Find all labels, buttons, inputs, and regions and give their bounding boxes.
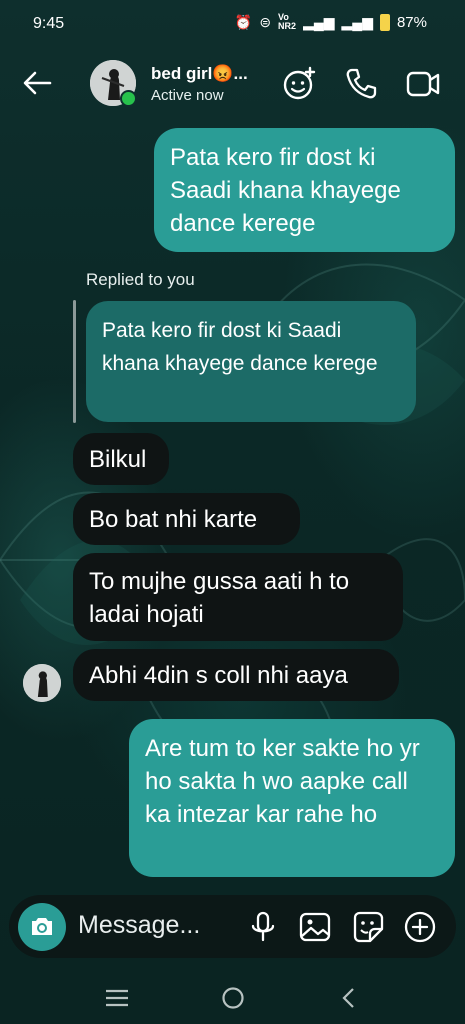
outgoing-message[interactable]: Are tum to ker sakte ho yr ho sakta h wo… — [129, 719, 455, 877]
battery-level: 87% — [396, 13, 427, 31]
sender-avatar[interactable] — [23, 664, 61, 702]
system-nav-bar — [0, 968, 465, 1024]
home-icon[interactable] — [219, 984, 247, 1012]
message-text: Bilkul — [89, 446, 147, 473]
message-input[interactable]: Message... — [78, 911, 200, 940]
plus-icon[interactable] — [403, 910, 437, 944]
quoted-message[interactable]: Pata kero fir dost ki Saadi khana khayeg… — [86, 301, 416, 422]
battery-icon — [379, 13, 390, 31]
message-text: Pata kero fir dost ki Saadi khana khayeg… — [170, 144, 401, 237]
alarm-icon: ⏰ — [234, 13, 253, 30]
video-icon[interactable] — [405, 66, 441, 102]
sticker-icon[interactable] — [351, 910, 385, 944]
message-text: Bo bat nhi karte — [89, 506, 258, 533]
back-icon[interactable] — [335, 984, 363, 1012]
status-icons: ⏰ ⊜ Vo NR2 ▂▄▆ ▂▄▆ 87% — [235, 13, 427, 31]
camera-icon — [32, 918, 52, 935]
incoming-message[interactable]: Bo bat nhi karte — [73, 493, 300, 545]
reply-quote-bar — [73, 300, 76, 423]
message-text: Are tum to ker sakte ho yr ho sakta h wo… — [145, 735, 420, 828]
quoted-text: Pata kero fir dost ki Saadi khana khayeg… — [102, 319, 378, 375]
camera-button[interactable] — [18, 903, 66, 951]
data-saver-icon: ⊜ — [259, 13, 272, 30]
replied-label: Replied to you — [86, 270, 195, 289]
menu-icon[interactable] — [103, 984, 131, 1012]
online-indicator — [120, 90, 137, 107]
microphone-icon[interactable] — [246, 910, 280, 944]
message-text: Abhi 4din s coll nhi aaya — [89, 662, 348, 689]
effects-icon[interactable] — [281, 66, 317, 102]
signal-icon-2: ▂▄▆ — [341, 13, 373, 30]
signal-icon-1: ▂▄▆ — [303, 13, 335, 30]
incoming-message[interactable]: Bilkul — [73, 433, 169, 485]
message-text: To mujhe gussa aati h to ladai hojati — [89, 568, 350, 628]
gallery-icon[interactable] — [298, 910, 332, 944]
incoming-message[interactable]: To mujhe gussa aati h to ladai hojati — [73, 553, 403, 641]
contact-status: Active now — [151, 87, 224, 104]
volte-icon: Vo NR2 — [278, 12, 297, 31]
back-arrow-icon[interactable] — [20, 66, 54, 100]
contact-avatar[interactable] — [90, 60, 137, 107]
contact-name[interactable]: bed girl😡... — [151, 64, 248, 84]
message-composer: Message... — [9, 895, 456, 958]
status-time: 9:45 — [33, 15, 65, 32]
avatar-figure-icon — [23, 664, 61, 702]
incoming-message[interactable]: Abhi 4din s coll nhi aaya — [73, 649, 399, 701]
chat-header: bed girl😡... Active now — [0, 52, 465, 116]
phone-icon[interactable] — [343, 66, 379, 102]
outgoing-message[interactable]: Pata kero fir dost ki Saadi khana khayeg… — [154, 128, 455, 252]
status-bar: 9:45 ⏰ ⊜ Vo NR2 ▂▄▆ ▂▄▆ 87% — [0, 0, 465, 48]
